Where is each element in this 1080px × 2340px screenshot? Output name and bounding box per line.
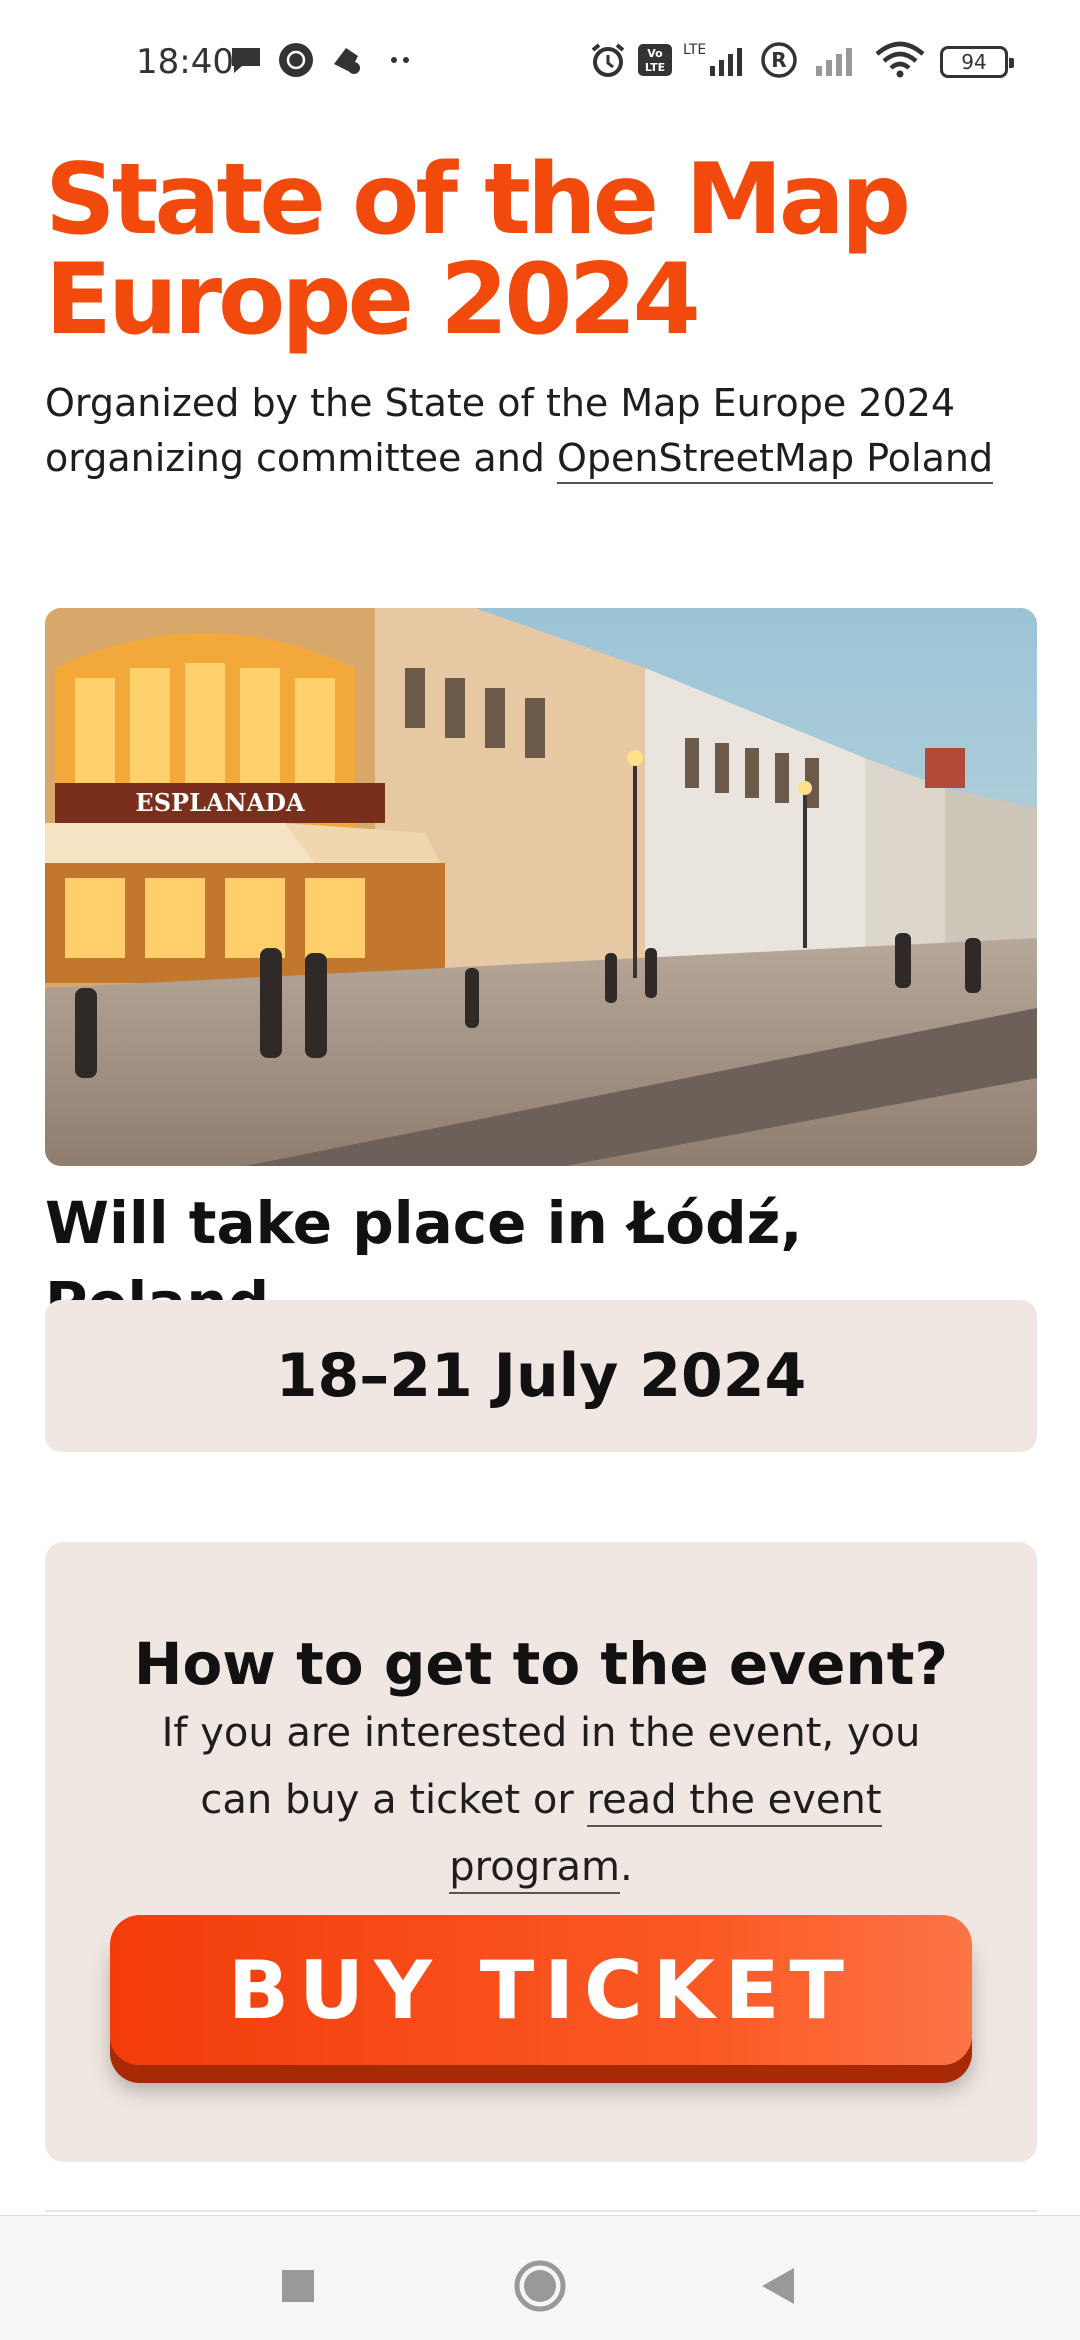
status-time: 18:40 bbox=[136, 42, 234, 82]
lte-signal-icon: LTE bbox=[680, 40, 752, 80]
svg-text:LTE: LTE bbox=[683, 42, 706, 58]
divider bbox=[45, 2210, 1037, 2212]
notification-icon bbox=[277, 40, 315, 80]
organizer-text: Organized by the State of the Map Europe… bbox=[45, 376, 1045, 486]
battery-icon: 94 bbox=[940, 46, 1014, 78]
volte-icon: Vo LTE bbox=[637, 40, 673, 80]
title-line-1: State of the Map bbox=[45, 143, 911, 257]
city-street-photo: ESPLANADA bbox=[45, 608, 1037, 1166]
page-title: State of the Map Europe 2024 bbox=[45, 150, 1045, 350]
home-button[interactable] bbox=[500, 2246, 580, 2326]
registered-icon: R bbox=[760, 40, 798, 80]
wifi-icon bbox=[873, 40, 927, 80]
more-dots-icon bbox=[386, 40, 416, 80]
svg-text:Vo: Vo bbox=[647, 47, 663, 60]
status-bar: 18:40 Vo LTE LTE R 94 bbox=[0, 0, 1080, 125]
back-button[interactable] bbox=[738, 2246, 818, 2326]
back-triangle-icon bbox=[762, 2268, 794, 2304]
svg-text:R: R bbox=[771, 48, 786, 72]
event-info-text: If you are interested in the event, you … bbox=[145, 1700, 937, 1901]
event-date: 18–21 July 2024 bbox=[275, 1341, 807, 1411]
alarm-icon bbox=[588, 40, 628, 80]
system-nav-bar bbox=[0, 2215, 1080, 2340]
title-line-2: Europe 2024 bbox=[45, 243, 701, 357]
message-icon bbox=[228, 40, 264, 80]
buy-ticket-button[interactable]: BUY TICKET bbox=[110, 1915, 972, 2065]
buy-ticket-label: BUY TICKET bbox=[228, 1943, 854, 2037]
app-icon bbox=[328, 40, 364, 80]
svg-text:LTE: LTE bbox=[645, 61, 665, 74]
recents-button[interactable] bbox=[258, 2246, 338, 2326]
square-icon bbox=[282, 2270, 314, 2302]
circle-icon bbox=[514, 2260, 566, 2312]
how-to-get-heading: How to get to the event? bbox=[133, 1630, 949, 1698]
event-info-card: How to get to the event? If you are inte… bbox=[45, 1542, 1037, 2162]
esplanada-sign: ESPLANADA bbox=[135, 788, 305, 817]
signal-icon bbox=[812, 40, 862, 80]
event-date-box: 18–21 July 2024 bbox=[45, 1300, 1037, 1452]
event-info-suffix: . bbox=[620, 1844, 633, 1890]
openstreetmap-poland-link[interactable]: OpenStreetMap Poland bbox=[556, 436, 994, 484]
